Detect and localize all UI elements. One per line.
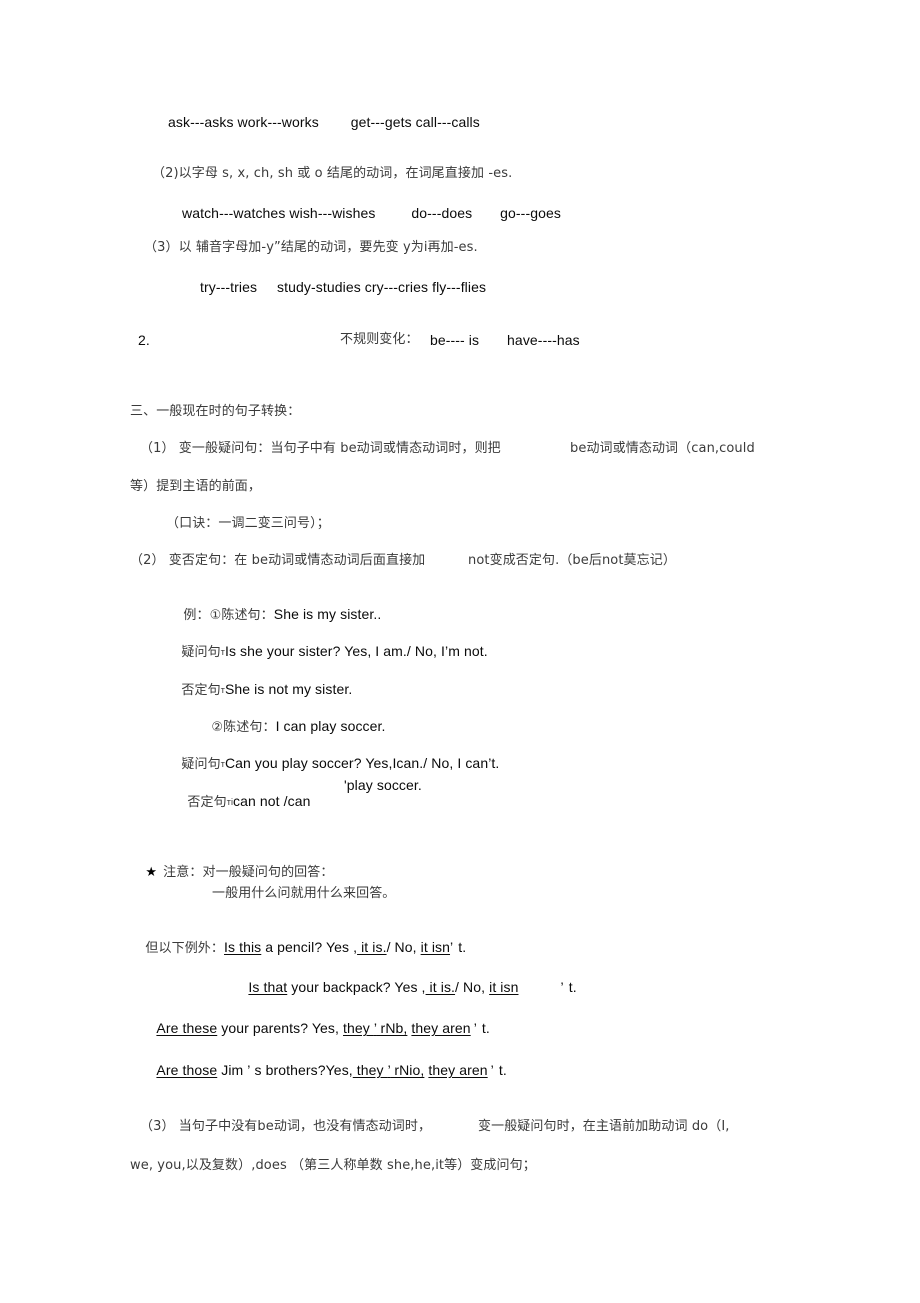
apostrophe-glyph: ’: [490, 1062, 494, 1078]
negative-form-2-text-tail: 'play soccer.: [344, 777, 422, 793]
verb-examples-line-3: try---tries study-studies cry---cries fl…: [200, 279, 487, 295]
rule-2-text: （2)以字母 s, x, ch, sh 或 o 结尾的动词，在词尾直接加 -es…: [152, 166, 513, 181]
exception-line-4: Are those Jim’ s brothers?Yes, they ’ rNi…: [141, 1046, 507, 1095]
conversion-rule-3-part-c: we, you,以及复数）,does （第三人称单数 she,he,it等）变成…: [130, 1158, 536, 1173]
exception-4-underline-3: they aren: [428, 1062, 488, 1078]
verb-examples-line-2: watch---watches wish---wishes do---does …: [182, 205, 561, 221]
exception-1-tail: t.: [458, 939, 467, 955]
exception-2-underline-1: Is that: [248, 979, 288, 995]
exception-4-mid-1b: s brothers?Yes,: [254, 1062, 353, 1078]
exception-1-underline-3: it isn: [420, 939, 451, 955]
apostrophe-glyph: ’: [247, 1062, 251, 1078]
exception-1-underline-1: Is this: [224, 939, 262, 955]
conversion-rule-2-part-b: not变成否定句.（be后not莫忘记）: [468, 553, 676, 568]
conversion-rule-2-part-a: （2） 变否定句：在 be动词或情态动词后面直接加: [130, 553, 426, 568]
exception-1-mid-2: / No,: [386, 939, 421, 955]
mnemonic-line: （口诀：一调二变三问号）；: [166, 516, 330, 531]
question-form-2-text: Can you play soccer? Yes,Ican./ No, I ca…: [224, 755, 489, 771]
exception-4-tail: t.: [498, 1062, 507, 1078]
section-three-heading: 三、一般现在时的句子转换：: [130, 404, 301, 419]
question-form-1-label: 疑问句: [181, 645, 221, 660]
star-icon: ★: [145, 864, 158, 879]
example-1-text: She is my sister..: [273, 606, 382, 622]
item-2-number: 2.: [138, 332, 150, 348]
exception-3-underline-1: Are these: [156, 1020, 218, 1036]
example-1-label: 例：①陈述句：: [183, 608, 274, 623]
verb-examples-line-1: ask---asks work---works get---gets call-…: [168, 114, 480, 130]
exception-2-underline-3: it isn: [489, 979, 519, 995]
apostrophe-glyph: ’: [450, 939, 454, 955]
exception-1-mid-1: a pencil? Yes ,: [261, 939, 358, 955]
negative-form-2-text: can not /can: [233, 793, 311, 809]
irregular-change-value: be---- is have----has: [430, 332, 580, 348]
question-form-1-text-tail: m not.: [448, 643, 488, 659]
exception-3-underline-2b: rNb,: [376, 1020, 408, 1036]
rule-3-text: （3）以 辅音字母加-y”结尾的动词，要先变 y为i再加-es.: [144, 240, 478, 255]
question-form-2-label: 疑问句: [181, 757, 221, 772]
conversion-rule-3-part-b: 变一般疑问句时，在主语前加助动词 do（I,: [478, 1119, 730, 1134]
apostrophe-glyph: ’: [473, 1020, 477, 1036]
exception-3-tail: t.: [481, 1020, 490, 1036]
negative-form-2-line: 否定句тіcan not /can: [172, 777, 311, 827]
exception-3-mid-1: your parents? Yes,: [217, 1020, 343, 1036]
exception-4-mid-1: Jim: [217, 1062, 244, 1078]
conversion-rule-1-part-a: （1） 变一般疑问句：当句子中有 be动词或情态动词时，则把: [140, 441, 501, 456]
negative-form-1-text: She is not my sister.: [224, 681, 353, 697]
exception-4-underline-2b: rNio,: [390, 1062, 425, 1078]
negative-form-1-label: 否定句: [181, 683, 221, 698]
example-2-label: ②陈述句：: [211, 720, 276, 735]
exception-2-mid-2: / No,: [455, 979, 490, 995]
question-form-1-text: Is she your sister? Yes, I am./ No, I: [224, 643, 445, 659]
exception-2-tail: t.: [568, 979, 577, 995]
exception-3-underline-2: they: [343, 1020, 374, 1036]
exception-2-underline-2: it is.: [425, 979, 456, 995]
apostrophe-glyph: ’: [560, 979, 564, 995]
note-heading-text: 注意：对一般疑问句的回答：: [163, 865, 334, 880]
exception-2-mid-1: your backpack? Yes ,: [287, 979, 426, 995]
example-2-text: I can play soccer.: [275, 718, 386, 734]
note-body-text: 一般用什么问就用什么来回答。: [212, 886, 396, 901]
exception-4-underline-2: they: [352, 1062, 388, 1078]
question-form-2-text-tail: t.: [491, 755, 500, 771]
exception-label: 但以下例外：: [145, 941, 225, 956]
irregular-change-label: 不规则变化：: [340, 332, 419, 347]
negative-form-2-label: 否定句: [187, 795, 227, 810]
exception-4-underline-1: Are those: [156, 1062, 218, 1078]
exception-3-underline-3: they aren: [411, 1020, 471, 1036]
exception-1-underline-2: it is.: [357, 939, 387, 955]
document-page: ask---asks work---works get---gets call-…: [0, 0, 920, 1303]
conversion-rule-1-part-b: be动词或情态动词（can,could: [570, 441, 755, 456]
conversion-rule-1-part-c: 等）提到主语的前面，: [130, 479, 262, 494]
conversion-rule-3-part-a: （3） 当句子中没有be动词，也没有情态动词时，: [140, 1119, 432, 1134]
